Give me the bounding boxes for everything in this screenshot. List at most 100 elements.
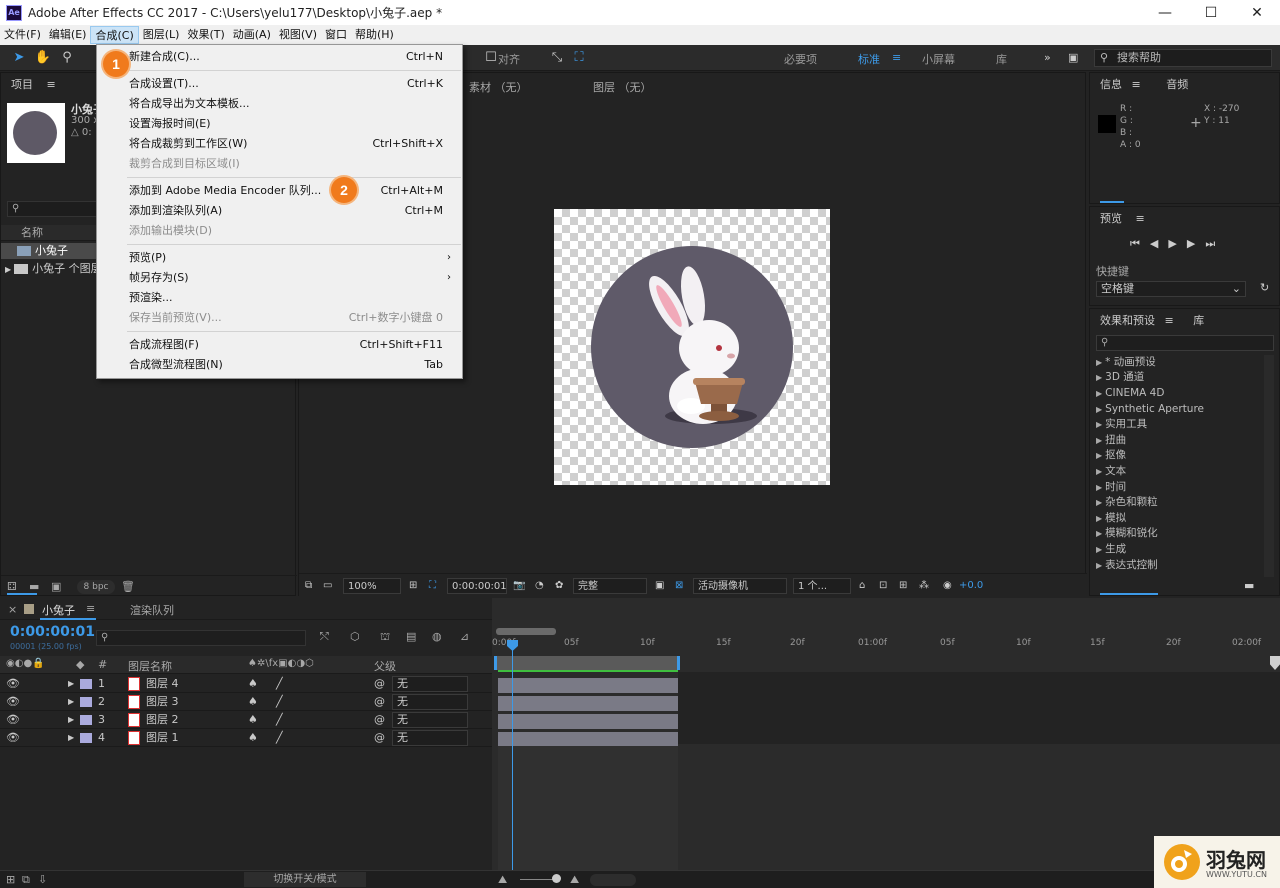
workspace-essentials[interactable]: 必要项 (784, 51, 817, 67)
menu-window[interactable]: 窗口 (321, 26, 351, 44)
playhead-handle[interactable] (507, 640, 518, 651)
layer-name-header[interactable]: 图层名称 (128, 658, 172, 674)
reset-preview-icon[interactable]: ↻ (1260, 281, 1269, 294)
bit-depth-button[interactable]: 8 bpc (77, 580, 115, 594)
effect-category[interactable]: ▶ * 动画预设 (1096, 355, 1156, 370)
sync-settings-icon[interactable]: ▣ (1068, 51, 1078, 64)
layer-row[interactable]: 👁 ▶ 2 图层 3 ♠ ╱ @ 无 (0, 693, 492, 711)
menu-item-mini-flowchart[interactable]: 合成微型流程图(N) Tab (98, 355, 461, 375)
timeline-search-input[interactable]: ⚲ (96, 630, 306, 646)
in-out-icon[interactable]: ⇩ (38, 873, 47, 886)
current-time-display[interactable]: 0:00:00:01 (447, 578, 507, 594)
menu-item-composition-settings[interactable]: 合成设置(T)... Ctrl+K (98, 74, 461, 94)
footage-viewer-tab[interactable]: 素材 （无） (469, 79, 528, 95)
expand-arrow-icon[interactable]: ▶ (5, 265, 11, 274)
zoom-slider-thumb[interactable] (552, 874, 561, 883)
preview-tab[interactable]: 预览 (1100, 212, 1122, 225)
layer-row[interactable]: 👁 ▶ 4 图层 1 ♠ ╱ @ 无 (0, 729, 492, 747)
views-select[interactable]: 1 个... (793, 578, 851, 594)
menu-item-new-composition[interactable]: 新建合成(C)... Ctrl+N (98, 47, 461, 67)
workspace-libraries[interactable]: 库 (996, 51, 1007, 67)
pixel-aspect-icon[interactable]: ⊡ (879, 578, 887, 594)
timeline-icon[interactable]: ⊞ (899, 578, 907, 594)
menu-item-trim-to-work-area[interactable]: 将合成裁剪到工作区(W) Ctrl+Shift+X (98, 134, 461, 154)
quality-switch-icon[interactable]: ╱ (276, 711, 283, 729)
layer-name[interactable]: 图层 1 (146, 729, 179, 747)
zoom-select[interactable]: 100% (343, 578, 401, 594)
menu-item-save-frame-as[interactable]: 帧另存为(S) › (98, 268, 461, 288)
color-channels-icon[interactable]: ✿ (555, 578, 563, 594)
effects-scrollbar[interactable] (1264, 355, 1274, 577)
next-frame-icon[interactable]: ▶ (1187, 237, 1205, 250)
pickwhip-icon[interactable]: @ (374, 675, 385, 693)
reset-exposure-icon[interactable]: ◉ (943, 578, 952, 594)
shy-switch-icon[interactable]: ♠ (248, 711, 258, 729)
workspace-menu-icon[interactable]: ≡ (892, 51, 901, 64)
draft-3d-icon[interactable]: ⬡ (350, 630, 360, 643)
show-snapshot-icon[interactable]: ◔ (535, 578, 544, 594)
project-tab[interactable]: 项目 (11, 78, 33, 91)
snapshot-camera-icon[interactable]: 📷 (513, 578, 525, 594)
last-frame-icon[interactable]: ⏭ (1205, 237, 1225, 250)
hand-tool-icon[interactable]: ✋ (34, 49, 52, 67)
layer-duration-bar[interactable] (498, 678, 678, 693)
layer-duration-bar[interactable] (498, 732, 678, 747)
workspace-standard[interactable]: 标准 (858, 51, 880, 67)
menu-item-add-to-media-encoder[interactable]: 添加到 Adobe Media Encoder 队列... Ctrl+Alt+M (98, 181, 461, 201)
quality-switch-icon[interactable]: ╱ (276, 675, 283, 693)
project-search-input[interactable]: ⚲ (7, 201, 97, 217)
toggle-mask-icon[interactable]: ⌂ (859, 578, 865, 594)
pickwhip-icon[interactable]: @ (374, 693, 385, 711)
layer-row[interactable]: 👁 ▶ 1 图层 4 ♠ ╱ @ 无 (0, 675, 492, 693)
motion-blur-icon[interactable]: ◍ (432, 630, 442, 643)
timeline-timecode[interactable]: 0:00:00:01 (10, 624, 95, 640)
shy-switch-icon[interactable]: ♠ (248, 729, 258, 747)
menu-help[interactable]: 帮助(H) (351, 26, 398, 44)
panel-menu-icon[interactable]: ≡ (1165, 314, 1174, 327)
always-preview-icon[interactable]: ⧉ (305, 578, 312, 594)
snap-grid-icon[interactable]: ⛶ (570, 49, 588, 67)
menu-item-composition-flowchart[interactable]: 合成流程图(F) Ctrl+Shift+F11 (98, 335, 461, 355)
parent-select[interactable]: 无 (392, 676, 468, 692)
effect-category[interactable]: ▶ CINEMA 4D (1096, 386, 1164, 401)
menu-composition[interactable]: 合成(C) (90, 26, 139, 44)
effect-category[interactable]: ▶ 文本 (1096, 464, 1126, 479)
menu-item-export-text-template[interactable]: 将合成导出为文本模板... (98, 94, 461, 114)
menu-item-pre-render[interactable]: 预渲染... (98, 288, 461, 308)
layer-viewer-tab[interactable]: 图层 （无） (593, 79, 652, 95)
layer-name[interactable]: 图层 4 (146, 675, 179, 693)
effect-category[interactable]: ▶ 表达式控制 (1096, 558, 1158, 573)
shy-switch-icon[interactable]: ♠ (248, 675, 258, 693)
info-tab[interactable]: 信息 (1100, 78, 1122, 91)
expand-arrow-icon[interactable]: ▶ (68, 729, 74, 747)
menu-edit[interactable]: 编辑(E) (45, 26, 91, 44)
shy-layers-icon[interactable]: ⛫ (380, 630, 390, 645)
search-help-field[interactable]: ⚲ 搜索帮助 (1094, 49, 1272, 67)
effects-search-input[interactable]: ⚲ (1096, 335, 1274, 351)
more-workspaces-icon[interactable]: » (1044, 51, 1051, 64)
trash-icon[interactable]: 🗑 (121, 580, 135, 593)
timeline-graph[interactable]: 0:00f 05f 10f 15f 20f 01:00f 05f 10f 15f… (492, 598, 1280, 870)
comp-mini-flowchart-icon[interactable]: ⤲ (320, 630, 329, 644)
eye-icon[interactable]: 👁 (6, 711, 20, 729)
toggle-switches-modes-button[interactable]: 切换开关/模式 (244, 872, 366, 887)
first-frame-icon[interactable]: ⏮ (1130, 237, 1150, 250)
parent-select[interactable]: 无 (392, 712, 468, 728)
menu-item-add-to-render-queue[interactable]: 添加到渲染队列(A) Ctrl+M (98, 201, 461, 221)
menu-animation[interactable]: 动画(A) (229, 26, 275, 44)
play-icon[interactable]: ▶ (1168, 237, 1186, 250)
exposure-value[interactable]: +0.0 (959, 578, 983, 594)
close-button[interactable]: ✕ (1234, 0, 1280, 25)
region-of-interest-icon[interactable]: ⛶ (429, 578, 436, 594)
effect-category[interactable]: ▶ 模糊和锐化 (1096, 526, 1158, 541)
frame-blending-icon[interactable]: ▤ (406, 630, 416, 643)
layer-label-swatch[interactable] (80, 733, 92, 743)
layer-row[interactable]: 👁 ▶ 3 图层 2 ♠ ╱ @ 无 (0, 711, 492, 729)
effect-category[interactable]: ▶ 模拟 (1096, 511, 1126, 526)
parent-select[interactable]: 无 (392, 730, 468, 746)
minimize-button[interactable]: — (1142, 0, 1188, 25)
workspace-small-screen[interactable]: 小屏幕 (922, 51, 955, 67)
quality-switch-icon[interactable]: ╱ (276, 693, 283, 711)
flowchart-icon[interactable]: ⁂ (919, 578, 929, 594)
expand-arrow-icon[interactable]: ▶ (68, 711, 74, 729)
